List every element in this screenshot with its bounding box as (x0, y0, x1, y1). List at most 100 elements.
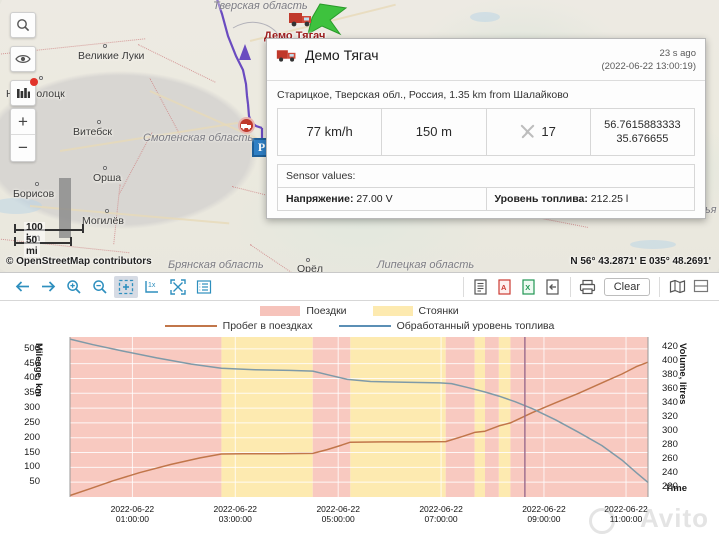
svg-text:X: X (525, 283, 530, 292)
forward-arrow-icon (40, 279, 57, 294)
vehicle-info-popup[interactable]: Демо Тягач 23 s ago (2022-06-22 13:00:19… (266, 38, 706, 219)
app-root: Демо Тягач P Великие Луки Новополоцк Вит… (0, 0, 719, 540)
print-button[interactable] (576, 276, 600, 298)
city-dot (35, 182, 39, 186)
city-dot (306, 258, 310, 262)
region-label: Брянская область (168, 259, 264, 271)
city-label: Орёл (297, 263, 323, 272)
y2-tick-label: 280 (662, 439, 678, 450)
pdf-export-icon: A (497, 279, 512, 295)
svg-text:1x: 1x (148, 282, 156, 289)
map-view-icon (669, 279, 686, 294)
map-zoom-out-button[interactable]: − (11, 135, 35, 161)
region-label: Тверская область (213, 0, 308, 12)
map-zoom-in-button[interactable]: + (11, 109, 35, 135)
zoom-out-icon (92, 279, 108, 295)
zoom-in-button[interactable] (62, 276, 86, 298)
popup-address: Старицкое, Тверская обл., Россия, 1.35 k… (267, 81, 705, 106)
box-select-button[interactable] (114, 276, 138, 298)
legend-line-fuel (339, 325, 391, 327)
axis-scale-button[interactable]: 1x (140, 276, 164, 298)
back-arrow-icon (14, 279, 31, 294)
x-tick-label: 2022-06-2205:00:00 (298, 505, 378, 525)
popup-coordinates: 56.7615883333 35.676655 (591, 109, 694, 156)
back-button[interactable] (10, 276, 34, 298)
y2-tick-label: 320 (662, 411, 678, 422)
map-zoom-controls[interactable]: + − (10, 108, 36, 162)
forward-button[interactable] (36, 276, 60, 298)
toolbar-separator (463, 277, 464, 297)
y-tick-label: 100 (24, 461, 40, 472)
legend-item-mileage[interactable]: Пробег в поездках (165, 320, 313, 332)
box-select-icon (118, 279, 134, 295)
chart-legend-row-lines: Пробег в поездках Обработанный уровень т… (0, 318, 719, 333)
map-layers-button[interactable] (10, 80, 36, 106)
map-view-button[interactable] (665, 276, 689, 298)
eye-icon (15, 53, 31, 65)
scalebar-mi-label: 50 mi (24, 235, 40, 257)
clear-button[interactable]: Clear (604, 278, 650, 296)
region-label: Липецкая область (377, 259, 474, 271)
list-button[interactable] (192, 276, 216, 298)
list-icon (196, 279, 212, 295)
split-view-icon (693, 279, 709, 294)
chart-y-axis-title: Mileage, km (33, 343, 44, 397)
y-tick-label: 50 (29, 476, 40, 487)
popup-latitude: 56.7615883333 (604, 118, 680, 132)
popup-footer-spacer (267, 211, 705, 218)
fit-screen-button[interactable] (166, 276, 190, 298)
fuel-mileage-chart[interactable]: Поездки Стоянки Пробег в поездках Обрабо… (0, 301, 719, 540)
import-button[interactable] (541, 276, 565, 298)
legend-item-fuel[interactable]: Обработанный уровень топлива (339, 320, 555, 332)
map-visibility-button[interactable] (10, 46, 36, 72)
toolbar-separator (570, 277, 571, 297)
legend-label-stops: Стоянки (419, 305, 459, 317)
watermark-circle (589, 508, 615, 534)
popup-altitude: 150 m (382, 109, 486, 156)
split-view-button[interactable] (689, 276, 713, 298)
chart-x-axis-title: Time (665, 483, 687, 494)
chart-plot-area[interactable]: 5010015020025030035040045050022024026028… (0, 335, 719, 540)
toolbar-left-group: 1x (0, 276, 216, 298)
pdf-export-button[interactable]: A (493, 276, 517, 298)
fit-screen-icon (170, 279, 186, 295)
chart-toolbar[interactable]: 1x (0, 272, 719, 301)
y-tick-label: 150 (24, 447, 40, 458)
map-coordinate-readout: N 56° 43.2871' E 035° 48.2691' (570, 256, 711, 267)
zoom-out-button[interactable] (88, 276, 112, 298)
zoom-in-icon (66, 279, 82, 295)
legend-item-stops[interactable]: Стоянки (373, 305, 459, 317)
popup-speed: 77 km/h (278, 109, 382, 156)
popup-time-ago: 23 s ago (601, 48, 696, 61)
svg-text:A: A (501, 283, 507, 292)
report-icon (473, 279, 488, 295)
x-tick-label: 2022-06-2207:00:00 (401, 505, 481, 525)
y2-tick-label: 340 (662, 397, 678, 408)
popup-longitude: 35.676655 (604, 132, 680, 146)
chart-legend: Поездки Стоянки Пробег в поездках Обрабо… (0, 303, 719, 333)
legend-item-trips[interactable]: Поездки (260, 305, 346, 317)
truck-icon (276, 46, 298, 63)
popup-header: Демо Тягач 23 s ago (2022-06-22 13:00:19… (267, 39, 705, 81)
map-search-button[interactable] (10, 12, 36, 38)
sensor-fuel-value: 212.25 l (591, 193, 628, 205)
layers-badge-dot (30, 78, 38, 86)
y2-tick-label: 360 (662, 383, 678, 394)
legend-swatch-trips (260, 306, 300, 316)
excel-export-button[interactable]: X (517, 276, 541, 298)
y-tick-label: 250 (24, 417, 40, 428)
report-button[interactable] (469, 276, 493, 298)
sensor-voltage: Напряжение: 27.00 V (278, 188, 487, 210)
map-attribution[interactable]: © OpenStreetMap contributors (6, 256, 152, 267)
excel-export-icon: X (521, 279, 536, 295)
city-label: Великие Луки (78, 50, 144, 62)
popup-title-row: Демо Тягач (276, 46, 379, 63)
city-dot (39, 76, 43, 80)
popup-sensor-row: Напряжение: 27.00 V Уровень топлива: 212… (278, 188, 694, 211)
sensor-fuel-name: Уровень топлива: (495, 193, 588, 205)
popup-timestamp: (2022-06-22 13:00:19) (601, 61, 696, 74)
city-label: Витебск (73, 126, 112, 138)
sensor-fuel: Уровень топлива: 212.25 l (487, 188, 695, 210)
x-tick-label: 2022-06-2201:00:00 (92, 505, 172, 525)
satellite-icon (520, 124, 535, 139)
